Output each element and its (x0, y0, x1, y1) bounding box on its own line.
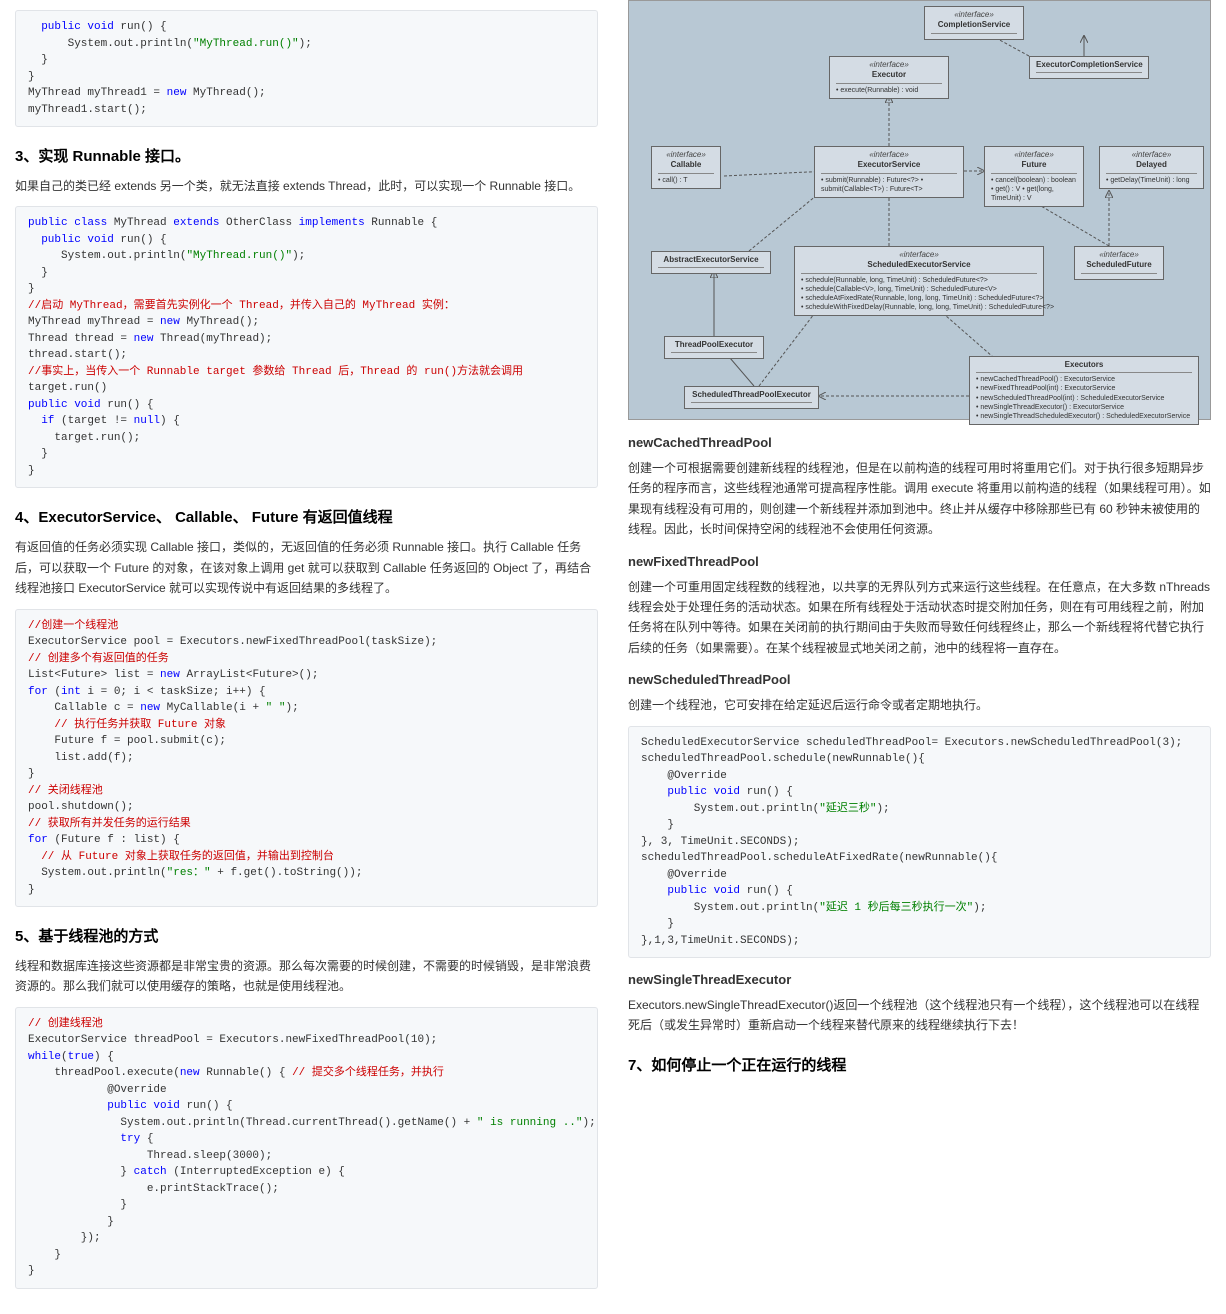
uml-scheduled-executor-service: «interface»ScheduledExecutorService• sch… (794, 246, 1044, 316)
para-4: 有返回值的任务必须实现 Callable 接口，类似的，无返回值的任务必须 Ru… (15, 537, 598, 598)
uml-executor-completion-service: ExecutorCompletionService (1029, 56, 1149, 79)
newfixed-heading: newFixedThreadPool (628, 554, 1211, 569)
newscheduled-para: 创建一个线程池，它可安排在给定延迟后运行命令或者定期地执行。 (628, 695, 1211, 715)
code-block-1: public void run() { System.out.println("… (15, 10, 598, 127)
newcached-heading: newCachedThreadPool (628, 435, 1211, 450)
newscheduled-heading: newScheduledThreadPool (628, 672, 1211, 687)
para-3: 如果自己的类已经 extends 另一个类，就无法直接 extends Thre… (15, 176, 598, 196)
newcached-para: 创建一个可根据需要创建新线程的线程池，但是在以前构造的线程可用时将重用它们。对于… (628, 458, 1211, 540)
uml-executor-service: «interface»ExecutorService• submit(Runna… (814, 146, 964, 198)
uml-callable: «interface»Callable• call() : T (651, 146, 721, 189)
heading-3: 3、实现 Runnable 接口。 (15, 145, 598, 166)
heading-7: 7、如何停止一个正在运行的线程 (628, 1054, 1211, 1075)
uml-abstract-executor-service: AbstractExecutorService (651, 251, 771, 274)
uml-completion-service: «interface»CompletionService (924, 6, 1024, 40)
uml-delayed: «interface»Delayed• getDelay(TimeUnit) :… (1099, 146, 1204, 189)
uml-executor: «interface»Executor• execute(Runnable) :… (829, 56, 949, 99)
uml-executors: Executors• newCachedThreadPool() : Execu… (969, 356, 1199, 425)
newsingle-heading: newSingleThreadExecutor (628, 972, 1211, 987)
uml-future: «interface»Future• cancel(boolean) : boo… (984, 146, 1084, 207)
left-column: public void run() { System.out.println("… (0, 0, 613, 1314)
code-block-2: public class MyThread extends OtherClass… (15, 206, 598, 488)
para-5: 线程和数据库连接这些资源都是非常宝贵的资源。那么每次需要的时候创建，不需要的时候… (15, 956, 598, 997)
newfixed-para: 创建一个可重用固定线程数的线程池，以共享的无界队列方式来运行这些线程。在任意点，… (628, 577, 1211, 659)
heading-5: 5、基于线程池的方式 (15, 925, 598, 946)
uml-thread-pool-executor: ThreadPoolExecutor (664, 336, 764, 359)
code-block-3: //创建一个线程池 ExecutorService pool = Executo… (15, 609, 598, 908)
uml-scheduled-thread-pool-executor: ScheduledThreadPoolExecutor (684, 386, 819, 409)
uml-scheduled-future: «interface»ScheduledFuture (1074, 246, 1164, 280)
heading-4: 4、ExecutorService、 Callable、 Future 有返回值… (15, 506, 598, 527)
newsingle-para: Executors.newSingleThreadExecutor()返回一个线… (628, 995, 1211, 1036)
right-column: «interface»CompletionService «interface»… (613, 0, 1226, 1314)
code-block-5: ScheduledExecutorService scheduledThread… (628, 726, 1211, 959)
uml-diagram: «interface»CompletionService «interface»… (628, 0, 1211, 420)
code-block-4: // 创建线程池 ExecutorService threadPool = Ex… (15, 1007, 598, 1289)
